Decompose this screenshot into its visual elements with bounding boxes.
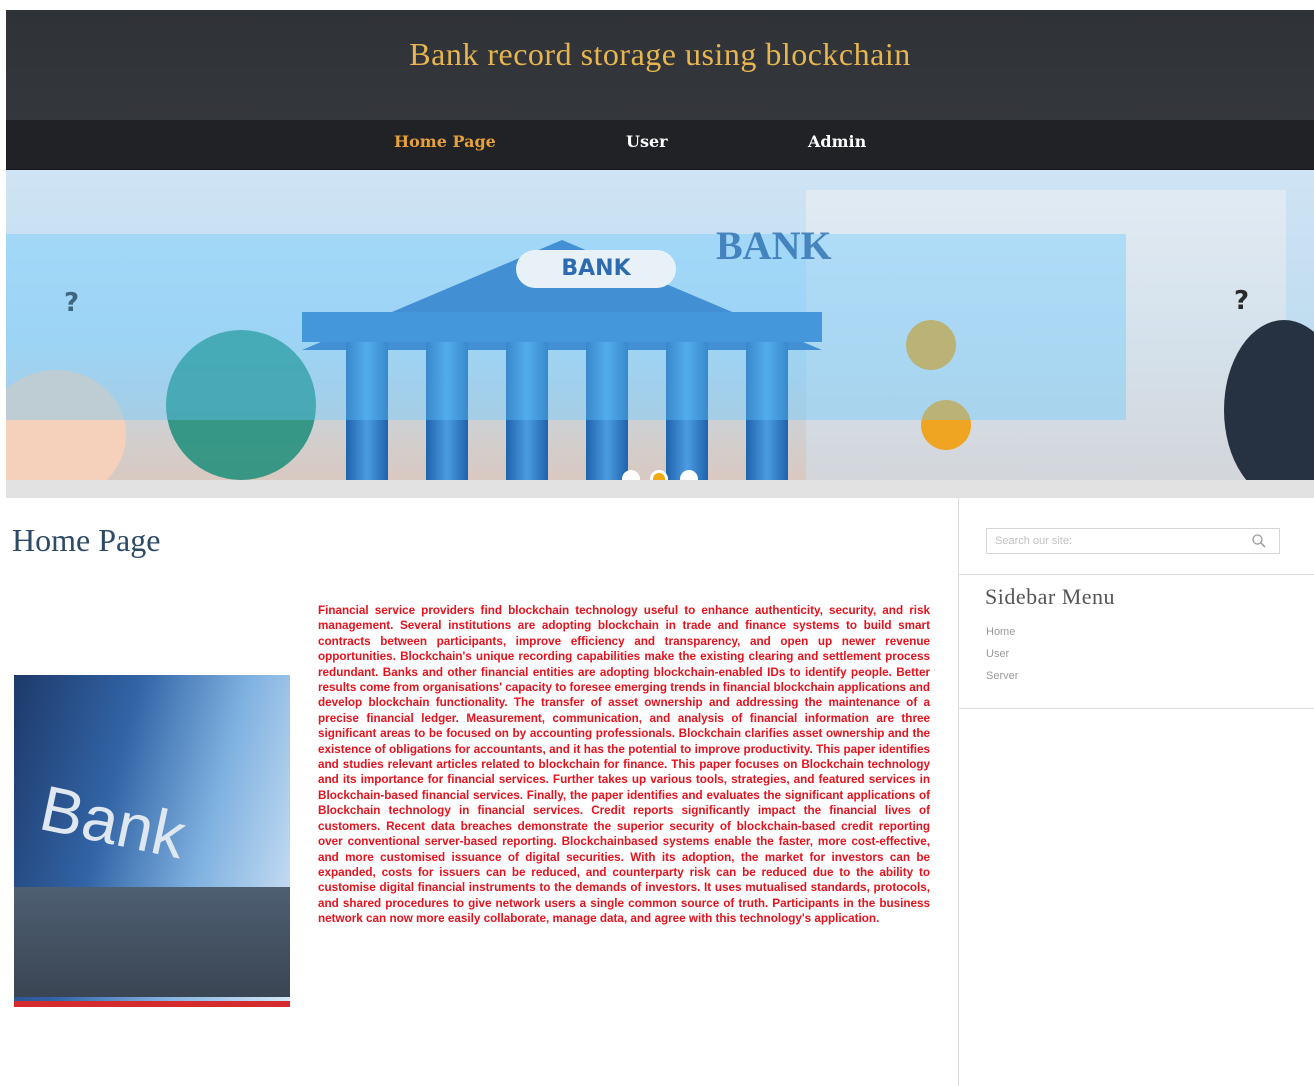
- search-icon[interactable]: [1251, 533, 1267, 554]
- article-paragraph: Financial service providers find blockch…: [318, 604, 930, 926]
- sidebar-menu-title: Sidebar Menu: [985, 584, 1116, 609]
- sidebar-item-server[interactable]: Server: [986, 670, 1018, 682]
- photo-floor: [14, 887, 290, 997]
- main-nav: Home Page User Admin: [6, 120, 1314, 170]
- bank-pill-sign: BANK: [516, 250, 676, 288]
- nav-user[interactable]: User: [626, 132, 668, 151]
- site-title: Bank record storage using blockchain: [409, 36, 911, 72]
- bank-photo-word: Bank: [34, 771, 192, 873]
- nav-admin[interactable]: Admin: [808, 132, 866, 151]
- nav-home-page[interactable]: Home Page: [394, 132, 496, 151]
- sidebar-divider: [959, 574, 1314, 575]
- search-input[interactable]: [987, 529, 1245, 553]
- sidebar-item-home[interactable]: Home: [986, 626, 1015, 638]
- banner-bottom-bar: [6, 480, 1314, 498]
- question-mark-right: ?: [1234, 286, 1250, 316]
- sidebar-item-user[interactable]: User: [986, 648, 1009, 660]
- bank-photo: Bank: [14, 675, 290, 1007]
- site-header: Bank record storage using blockchain: [6, 10, 1314, 120]
- page-heading: Home Page: [12, 522, 161, 558]
- hero-banner: ? ? BANK BANK: [6, 170, 1314, 480]
- sidebar-divider: [959, 708, 1314, 709]
- carousel-dot-1[interactable]: [622, 470, 640, 480]
- search-box: [986, 528, 1280, 554]
- sidebar: Sidebar Menu Home User Server: [958, 498, 1314, 1086]
- bank-building-sign: BANK: [716, 223, 832, 268]
